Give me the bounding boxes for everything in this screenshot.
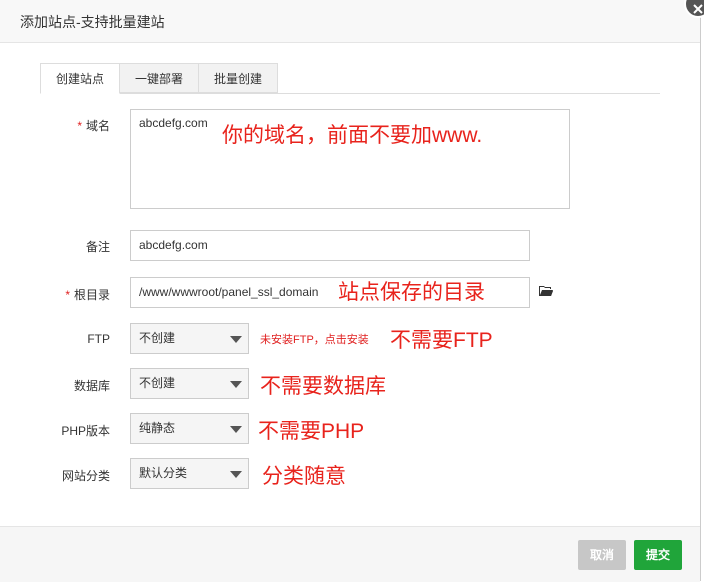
remark-input[interactable]: abcdefg.com (130, 230, 530, 261)
remark-label: 备注 (85, 240, 110, 254)
chevron-down-icon (230, 471, 242, 478)
php-select-value: 纯静态 (139, 421, 176, 435)
chevron-down-icon (230, 426, 242, 433)
category-select-value: 默认分类 (139, 466, 188, 480)
tab-one-click-deploy[interactable]: 一键部署 (119, 63, 199, 93)
php-label: PHP版本 (61, 424, 110, 438)
required-mark: * (77, 119, 82, 133)
required-mark: * (65, 288, 70, 302)
database-annotation: 不需要数据库 (260, 375, 386, 398)
ftp-install-link[interactable]: 未安装FTP，点击安装 (260, 331, 369, 347)
domain-label: * 域名 (77, 119, 110, 133)
chevron-down-icon (230, 336, 242, 343)
ftp-label: FTP (87, 332, 110, 346)
root-dir-input-value: /www/wwwroot/panel_ssl_domain (139, 285, 319, 299)
dialog-title: 添加站点-支持批量建站 (20, 14, 165, 30)
remark-input-value: abcdefg.com (139, 238, 208, 252)
category-label: 网站分类 (61, 469, 110, 483)
tab-batch-create[interactable]: 批量创建 (198, 63, 278, 93)
database-select-value: 不创建 (139, 376, 176, 390)
php-select[interactable]: 纯静态 (130, 413, 249, 444)
dialog-titlebar: 添加站点-支持批量建站 (0, 0, 700, 43)
domain-annotation: 你的域名，前面不要加www. (222, 124, 483, 147)
root-dir-annotation: 站点保存的目录 (338, 281, 485, 304)
php-annotation: 不需要PHP (258, 420, 365, 443)
ftp-annotation: 不需要FTP (390, 329, 493, 352)
tab-create-site[interactable]: 创建站点 (40, 63, 120, 94)
dialog-footer: 取消 提交 (0, 526, 700, 582)
submit-button[interactable]: 提交 (634, 540, 682, 570)
add-site-dialog: 添加站点-支持批量建站 创建站点 一键部署 批量创建 * 域名 abcdefg.c… (0, 0, 701, 582)
category-annotation: 分类随意 (262, 465, 346, 488)
folder-open-icon[interactable] (538, 285, 554, 297)
chevron-down-icon (230, 381, 242, 388)
tab-bar: 创建站点 一键部署 批量创建 (40, 63, 660, 94)
database-select[interactable]: 不创建 (130, 368, 249, 399)
close-icon (693, 4, 703, 14)
domain-textarea-value: abcdefg.com (139, 116, 208, 130)
ftp-select[interactable]: 不创建 (130, 323, 249, 354)
ftp-select-value: 不创建 (139, 331, 176, 345)
cancel-button[interactable]: 取消 (578, 540, 626, 570)
database-label: 数据库 (73, 379, 110, 393)
root-dir-label: * 根目录 (65, 288, 110, 302)
category-select[interactable]: 默认分类 (130, 458, 249, 489)
